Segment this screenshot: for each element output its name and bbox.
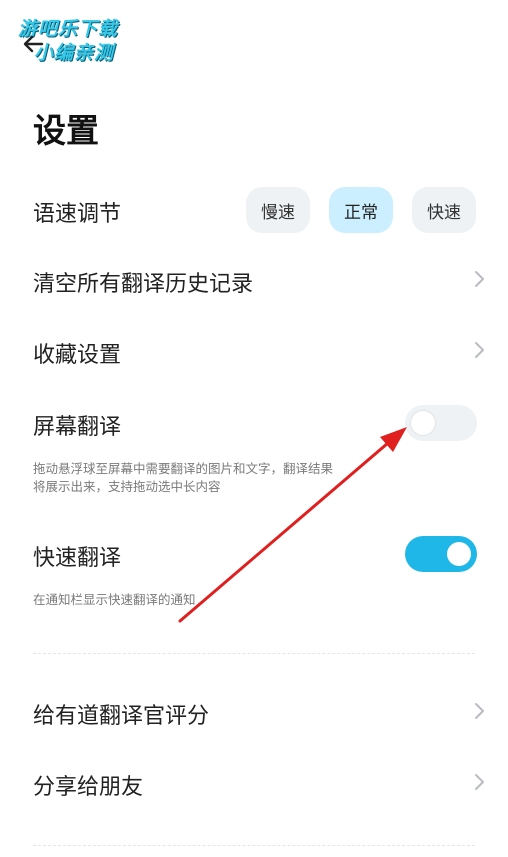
clear-history-row[interactable]: 清空所有翻译历史记录 bbox=[33, 266, 253, 298]
section-divider bbox=[33, 653, 475, 654]
chevron-right-icon bbox=[472, 339, 486, 361]
favorites-settings-row[interactable]: 收藏设置 bbox=[33, 337, 121, 369]
speed-normal-button[interactable]: 正常 bbox=[329, 187, 393, 233]
chevron-right-icon bbox=[472, 268, 486, 290]
share-row[interactable]: 分享给朋友 bbox=[33, 769, 143, 801]
quick-translate-toggle[interactable] bbox=[405, 536, 477, 572]
speed-fast-button[interactable]: 快速 bbox=[412, 187, 476, 233]
quick-translate-description: 在通知栏显示快速翻译的通知 bbox=[33, 592, 196, 607]
screen-translate-toggle[interactable] bbox=[405, 405, 477, 441]
toggle-knob bbox=[447, 542, 471, 566]
back-arrow-icon[interactable] bbox=[22, 34, 44, 54]
page-title: 设置 bbox=[33, 111, 99, 150]
quick-translate-label: 快速翻译 bbox=[33, 546, 122, 571]
section-divider bbox=[33, 845, 475, 846]
rate-app-row[interactable]: 给有道翻译官评分 bbox=[33, 698, 209, 730]
screen-translate-desc-line-2: 将展示出来，支持拖动选中长内容 bbox=[33, 479, 221, 494]
screen-translate-label: 屏幕翻译 bbox=[33, 415, 122, 440]
chevron-right-icon bbox=[472, 700, 486, 722]
chevron-right-icon bbox=[472, 771, 486, 793]
speed-label: 语速调节 bbox=[33, 202, 122, 227]
screen-translate-desc-line-1: 拖动悬浮球至屏幕中需要翻译的图片和文字，翻译结果 bbox=[33, 461, 334, 476]
toggle-knob bbox=[411, 411, 435, 435]
watermark-line-2: 小编亲测 bbox=[34, 42, 115, 64]
screen-translate-description: 拖动悬浮球至屏幕中需要翻译的图片和文字，翻译结果 将展示出来，支持拖动选中长内容 bbox=[33, 460, 333, 496]
speed-slow-button[interactable]: 慢速 bbox=[246, 187, 310, 233]
